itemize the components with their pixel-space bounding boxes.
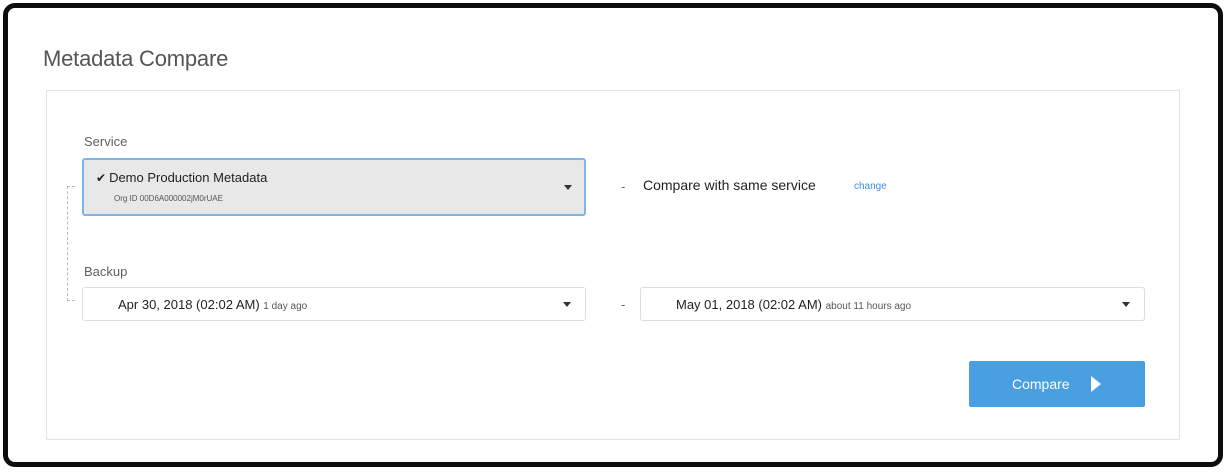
backup-to-select[interactable]: May 01, 2018 (02:02 AM) about 11 hours a… bbox=[640, 287, 1145, 321]
checkmark-icon: ✔ bbox=[96, 171, 107, 185]
play-icon bbox=[1091, 376, 1101, 392]
backup-from-ago: 1 day ago bbox=[263, 301, 308, 312]
service-separator: - bbox=[621, 179, 626, 194]
backup-to-date: May 01, 2018 (02:02 AM) bbox=[676, 297, 822, 312]
service-name: Demo Production Metadata bbox=[109, 170, 268, 185]
compare-same-service-text: Compare with same service bbox=[643, 177, 816, 193]
chevron-down-icon bbox=[1122, 302, 1130, 307]
compare-panel: Service ✔ Demo Production Metadata Org ID… bbox=[46, 90, 1180, 440]
service-selected-value: ✔ Demo Production Metadata bbox=[96, 170, 267, 185]
service-org-id: Org ID 00D6A000002jM0rUAE bbox=[114, 194, 223, 203]
backup-from-select[interactable]: Apr 30, 2018 (02:02 AM) 1 day ago bbox=[82, 287, 586, 321]
chevron-down-icon bbox=[563, 302, 571, 307]
service-label: Service bbox=[84, 134, 128, 149]
change-link[interactable]: change bbox=[854, 181, 887, 192]
backup-from-date: Apr 30, 2018 (02:02 AM) bbox=[118, 297, 260, 312]
service-select[interactable]: ✔ Demo Production Metadata Org ID 00D6A00… bbox=[82, 158, 586, 216]
chevron-down-icon bbox=[564, 185, 572, 190]
compare-button-label: Compare bbox=[1012, 376, 1070, 392]
service-backup-connector bbox=[67, 186, 75, 301]
page-title: Metadata Compare bbox=[43, 45, 229, 71]
backup-label: Backup bbox=[84, 264, 128, 279]
backup-to-value: May 01, 2018 (02:02 AM) about 11 hours a… bbox=[676, 297, 911, 312]
app-window: Metadata Compare Service ✔ Demo Productio… bbox=[3, 3, 1223, 467]
backup-to-ago: about 11 hours ago bbox=[825, 301, 912, 312]
backup-separator: - bbox=[621, 297, 626, 312]
compare-button[interactable]: Compare bbox=[969, 361, 1145, 407]
backup-from-value: Apr 30, 2018 (02:02 AM) 1 day ago bbox=[118, 297, 307, 312]
